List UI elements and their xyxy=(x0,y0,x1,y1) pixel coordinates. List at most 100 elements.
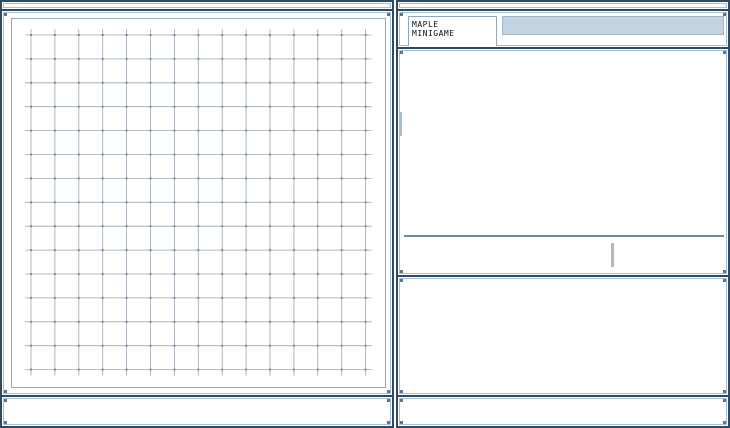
grid-intersection[interactable] xyxy=(149,201,152,204)
grid-intersection[interactable] xyxy=(269,153,271,156)
grid-intersection[interactable] xyxy=(197,344,200,347)
grid-intersection[interactable] xyxy=(77,34,80,36)
grid-intersection[interactable] xyxy=(125,34,128,36)
grid-intersection[interactable] xyxy=(245,296,248,299)
grid-intersection[interactable] xyxy=(292,57,295,60)
grid-intersection[interactable] xyxy=(53,81,56,84)
grid-intersection[interactable] xyxy=(292,344,295,347)
grid-intersection[interactable] xyxy=(364,81,367,84)
grid-intersection[interactable] xyxy=(197,105,200,108)
grid-intersection[interactable] xyxy=(292,177,295,180)
grid-intersection[interactable] xyxy=(149,225,152,228)
grid-intersection[interactable] xyxy=(245,177,248,180)
grid-intersection[interactable] xyxy=(101,273,104,275)
grid-intersection[interactable] xyxy=(101,296,104,299)
grid-intersection[interactable] xyxy=(292,129,295,132)
grid-intersection[interactable] xyxy=(149,296,152,299)
grid-intersection[interactable] xyxy=(53,273,56,275)
grid-intersection[interactable] xyxy=(245,105,248,108)
grid-intersection[interactable] xyxy=(149,249,152,252)
grid-intersection[interactable] xyxy=(364,249,367,252)
grid-intersection[interactable] xyxy=(30,249,32,252)
grid-intersection[interactable] xyxy=(364,320,367,323)
grid-intersection[interactable] xyxy=(77,225,80,228)
grid-intersection[interactable] xyxy=(30,81,32,84)
grid-intersection[interactable] xyxy=(221,320,224,323)
grid-intersection[interactable] xyxy=(292,105,295,108)
grid-intersection[interactable] xyxy=(77,105,80,108)
grid-intersection[interactable] xyxy=(125,320,128,323)
grid-intersection[interactable] xyxy=(364,225,367,228)
grid-intersection[interactable] xyxy=(269,81,271,84)
grid-intersection[interactable] xyxy=(149,81,152,84)
grid-intersection[interactable] xyxy=(269,201,271,204)
grid-intersection[interactable] xyxy=(125,273,128,275)
grid-intersection[interactable] xyxy=(316,129,319,132)
grid-intersection[interactable] xyxy=(173,368,176,371)
grid-intersection[interactable] xyxy=(269,129,271,132)
grid-intersection[interactable] xyxy=(173,225,176,228)
grid-intersection[interactable] xyxy=(364,368,367,371)
grid-intersection[interactable] xyxy=(30,34,32,36)
grid-intersection[interactable] xyxy=(292,273,295,275)
grid-intersection[interactable] xyxy=(197,273,200,275)
grid-intersection[interactable] xyxy=(53,57,56,60)
grid-intersection[interactable] xyxy=(101,320,104,323)
grid-intersection[interactable] xyxy=(340,201,343,204)
grid-intersection[interactable] xyxy=(221,344,224,347)
grid-intersection[interactable] xyxy=(149,57,152,60)
grid-intersection[interactable] xyxy=(269,57,271,60)
grid-intersection[interactable] xyxy=(197,296,200,299)
grid-intersection[interactable] xyxy=(316,201,319,204)
grid-intersection[interactable] xyxy=(316,249,319,252)
grid-intersection[interactable] xyxy=(269,225,271,228)
grid-intersection[interactable] xyxy=(101,57,104,60)
grid-intersection[interactable] xyxy=(30,344,32,347)
grid-intersection[interactable] xyxy=(149,34,152,36)
grid-intersection[interactable] xyxy=(221,201,224,204)
grid-intersection[interactable] xyxy=(245,344,248,347)
grid-intersection[interactable] xyxy=(30,57,32,60)
grid-intersection[interactable] xyxy=(292,368,295,371)
grid-intersection[interactable] xyxy=(101,153,104,156)
grid-intersection[interactable] xyxy=(364,105,367,108)
grid-intersection[interactable] xyxy=(53,34,56,36)
grid-intersection[interactable] xyxy=(221,129,224,132)
grid-intersection[interactable] xyxy=(30,129,32,132)
grid-intersection[interactable] xyxy=(125,153,128,156)
grid-intersection[interactable] xyxy=(197,201,200,204)
grid-intersection[interactable] xyxy=(173,129,176,132)
grid-intersection[interactable] xyxy=(221,225,224,228)
grid-intersection[interactable] xyxy=(340,249,343,252)
grid-intersection[interactable] xyxy=(53,177,56,180)
grid-intersection[interactable] xyxy=(221,177,224,180)
grid-intersection[interactable] xyxy=(364,34,367,36)
grid-intersection[interactable] xyxy=(149,273,152,275)
grid-intersection[interactable] xyxy=(316,34,319,36)
grid-intersection[interactable] xyxy=(125,225,128,228)
grid-intersection[interactable] xyxy=(173,249,176,252)
grid-intersection[interactable] xyxy=(30,296,32,299)
chat-input-caret[interactable] xyxy=(611,243,614,267)
grid-intersection[interactable] xyxy=(292,225,295,228)
grid-intersection[interactable] xyxy=(245,320,248,323)
grid-intersection[interactable] xyxy=(125,57,128,60)
grid-intersection[interactable] xyxy=(316,273,319,275)
grid-intersection[interactable] xyxy=(340,177,343,180)
grid-intersection[interactable] xyxy=(340,34,343,36)
grid-intersection[interactable] xyxy=(221,34,224,36)
grid-intersection[interactable] xyxy=(77,153,80,156)
grid-intersection[interactable] xyxy=(197,57,200,60)
grid-intersection[interactable] xyxy=(221,57,224,60)
grid-intersection[interactable] xyxy=(245,57,248,60)
grid-intersection[interactable] xyxy=(269,296,271,299)
grid-intersection[interactable] xyxy=(173,153,176,156)
grid-intersection[interactable] xyxy=(77,81,80,84)
grid-intersection[interactable] xyxy=(245,368,248,371)
grid-intersection[interactable] xyxy=(53,153,56,156)
grid-intersection[interactable] xyxy=(245,225,248,228)
grid-intersection[interactable] xyxy=(364,344,367,347)
grid-intersection[interactable] xyxy=(340,105,343,108)
grid-intersection[interactable] xyxy=(245,129,248,132)
grid-intersection[interactable] xyxy=(316,81,319,84)
